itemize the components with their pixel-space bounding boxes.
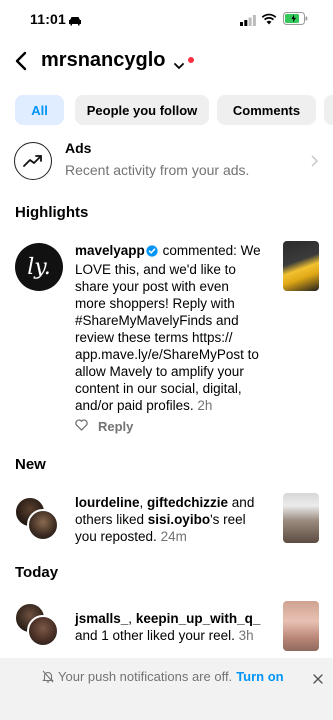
- heart-icon[interactable]: [75, 418, 88, 434]
- comment-line: and/or paid profiles.: [75, 398, 194, 413]
- comment-line: review these terms https://: [75, 330, 233, 345]
- username[interactable]: lourdeline: [75, 495, 140, 510]
- post-thumbnail[interactable]: [283, 241, 319, 291]
- notif-text: you reposted.: [75, 529, 157, 544]
- ads-subtitle: Recent activity from your ads.: [65, 162, 250, 178]
- ads-title: Ads: [65, 140, 92, 156]
- reply-row: Reply: [75, 418, 133, 434]
- reply-button[interactable]: Reply: [98, 419, 133, 434]
- account-switcher[interactable]: mrsnancyglo: [41, 49, 165, 72]
- reel-thumbnail[interactable]: [283, 601, 319, 651]
- comment-line: LOVE this, and we'd like to: [75, 262, 236, 277]
- avatar: [27, 509, 59, 541]
- status-bar: 11:01: [0, 0, 333, 40]
- new-like-notification[interactable]: lourdeline, giftedchizzie and others lik…: [75, 494, 275, 545]
- header: mrsnancyglo: [0, 44, 333, 80]
- separator: ,: [139, 495, 148, 510]
- username[interactable]: giftedchizzie: [147, 495, 228, 510]
- verified-icon: [146, 244, 158, 261]
- car-icon: [68, 13, 82, 31]
- comment-line: app.mave.ly/e/ShareMyPost to: [75, 347, 259, 362]
- notif-text: and 1 other liked your reel.: [75, 628, 235, 643]
- turn-on-button[interactable]: Turn on: [236, 669, 283, 684]
- avatar-group[interactable]: [14, 496, 64, 546]
- chevron-right-icon: [311, 154, 319, 172]
- filter-comments[interactable]: Comments: [217, 95, 316, 125]
- reel-thumbnail[interactable]: [283, 493, 319, 543]
- trend-icon: [14, 142, 52, 180]
- wifi-icon: [261, 12, 277, 30]
- notif-text: and: [228, 495, 255, 510]
- battery-icon: [283, 12, 308, 30]
- comment-line: allow Mavely to amplify your: [75, 364, 244, 379]
- avatar[interactable]: ly.: [15, 243, 63, 291]
- notif-text: others liked: [75, 512, 148, 527]
- comment-line: share your post with even: [75, 279, 229, 294]
- timestamp: 3h: [238, 628, 254, 643]
- highlight-comment[interactable]: mavelyapp commented: We LOVE this, and w…: [75, 242, 275, 414]
- filter-tabs: All People you follow Comments: [0, 95, 333, 125]
- comment-line: more shoppers! Reply with: [75, 296, 235, 311]
- avatar-group[interactable]: [14, 602, 64, 652]
- timestamp: 2h: [197, 398, 213, 413]
- section-highlights: Highlights: [15, 204, 89, 221]
- push-text: Your push notifications are off.: [58, 669, 233, 684]
- comment-line: content in our social, digital,: [75, 381, 242, 396]
- filter-people-you-follow[interactable]: People you follow: [75, 95, 209, 125]
- back-icon[interactable]: [14, 51, 28, 76]
- comment-line: #ShareMyMavelyFinds and: [75, 313, 239, 328]
- filter-all[interactable]: All: [15, 95, 64, 125]
- today-like-notification[interactable]: jsmalls_, keepin_up_with_q_ and 1 other …: [75, 610, 285, 644]
- filter-more[interactable]: [324, 95, 333, 125]
- push-notification-banner: Your push notifications are off. Turn on: [0, 658, 333, 720]
- username[interactable]: sisi.oyibo: [148, 512, 210, 527]
- username[interactable]: jsmalls_: [75, 611, 128, 626]
- status-time: 11:01: [30, 11, 67, 27]
- section-new: New: [15, 456, 46, 473]
- signal-icon: [240, 13, 256, 31]
- avatar: [27, 615, 59, 647]
- section-today: Today: [15, 564, 59, 581]
- separator: ,: [128, 611, 136, 626]
- username[interactable]: mavelyapp: [75, 243, 145, 258]
- chevron-down-icon[interactable]: [174, 57, 184, 75]
- avatar-logo-text: ly.: [27, 254, 51, 280]
- ads-row[interactable]: Ads Recent activity from your ads.: [0, 138, 333, 182]
- notification-dot: [188, 57, 194, 63]
- timestamp: 24m: [160, 529, 187, 544]
- username[interactable]: keepin_up_with_q_: [136, 611, 261, 626]
- push-message: Your push notifications are off. Turn on: [58, 669, 284, 684]
- comment-action: commented:: [162, 243, 237, 258]
- notif-text: 's reel: [210, 512, 246, 527]
- bell-off-icon: [42, 670, 54, 688]
- comment-line: We: [240, 243, 261, 258]
- close-icon[interactable]: [313, 671, 323, 689]
